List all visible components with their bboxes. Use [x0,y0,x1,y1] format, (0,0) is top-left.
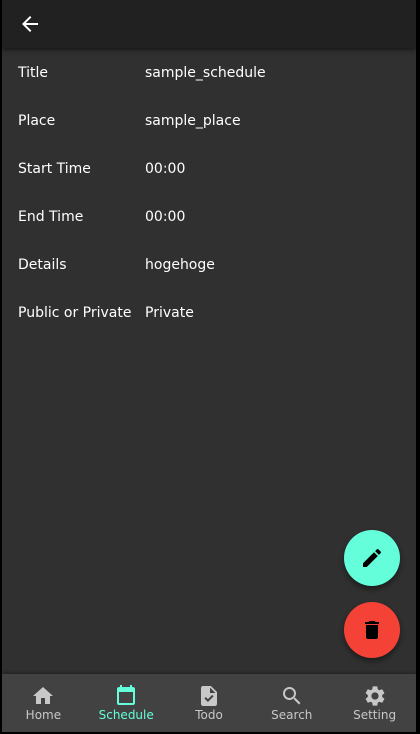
calendar-icon [117,685,136,705]
detail-row-details: Details hogehoge [2,242,416,290]
detail-row-visibility: Public or Private Private [2,290,416,338]
detail-row-start-time: Start Time 00:00 [2,146,416,194]
detail-value: Private [145,305,194,321]
nav-item-schedule[interactable]: Schedule [85,674,168,732]
nav-item-setting[interactable]: Setting [333,674,416,732]
task-icon [200,686,217,706]
edit-button[interactable] [344,530,400,586]
home-icon [33,687,54,704]
nav-item-home[interactable]: Home [2,674,85,732]
detail-label: Details [18,257,67,273]
detail-value: sample_schedule [145,65,266,81]
app-bar [2,0,416,48]
detail-label: Place [18,113,56,129]
back-button[interactable] [16,10,44,38]
detail-label: Title [18,65,49,81]
detail-label: End Time [18,209,84,225]
arrow-back-icon [22,16,38,32]
nav-item-todo[interactable]: Todo [168,674,251,732]
nav-label: Setting [353,708,397,722]
detail-row-end-time: End Time 00:00 [2,194,416,242]
nav-label: Home [25,708,62,722]
delete-button[interactable] [344,602,400,658]
trash-icon [365,621,379,639]
schedule-detail: Title sample_schedule Place sample_place… [2,50,416,338]
bottom-navigation: Home Schedule Todo Search Setting [2,674,416,732]
detail-value: 00:00 [145,209,186,225]
search-icon [282,687,301,705]
nav-label: Todo [195,708,223,722]
detail-value: 00:00 [145,161,186,177]
detail-row-place: Place sample_place [2,98,416,146]
gear-icon [365,686,384,706]
nav-label: Schedule [98,708,154,722]
detail-row-title: Title sample_schedule [2,50,416,98]
nav-label: Search [271,708,313,722]
detail-label: Public or Private [18,305,132,321]
nav-item-search[interactable]: Search [250,674,333,732]
detail-value: sample_place [145,113,241,129]
detail-label: Start Time [18,161,91,177]
pencil-icon [363,548,382,567]
detail-value: hogehoge [145,257,215,273]
app-screen: Title sample_schedule Place sample_place… [2,0,416,732]
